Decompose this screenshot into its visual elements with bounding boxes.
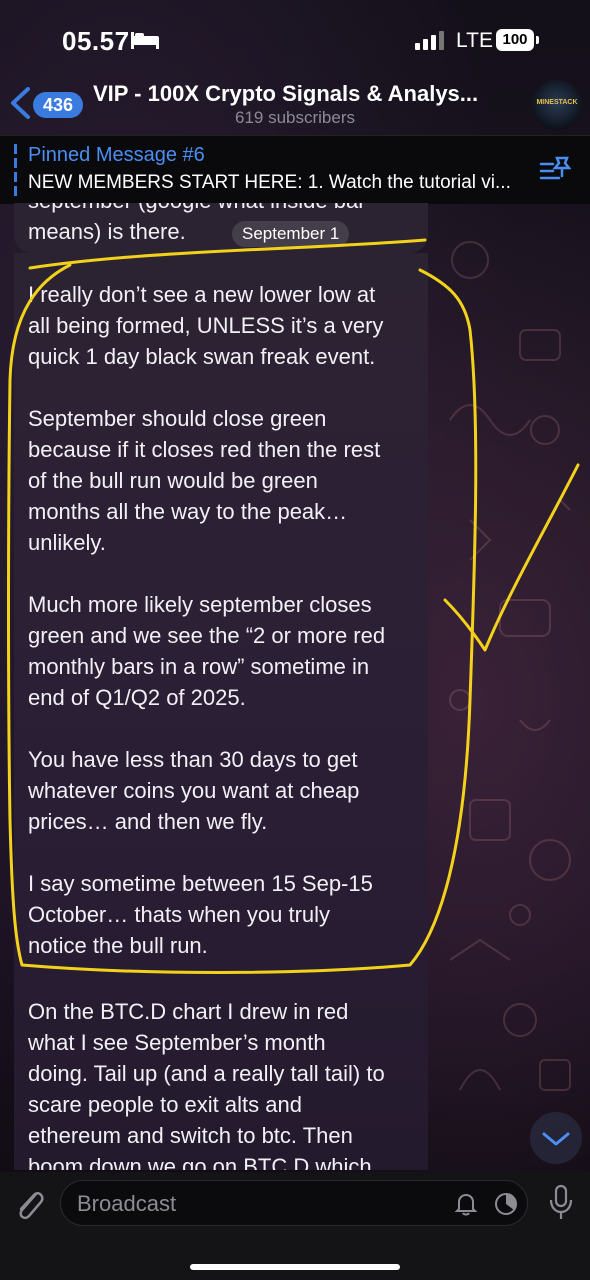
home-indicator [190, 1264, 400, 1270]
message-input-bar: Broadcast [0, 1172, 590, 1280]
scroll-to-bottom-button[interactable] [530, 1112, 582, 1164]
yellow-annotation-drawing [7, 238, 580, 974]
broadcast-input[interactable]: Broadcast [60, 1180, 528, 1226]
broadcast-placeholder: Broadcast [77, 1191, 177, 1216]
attachment-paperclip-icon[interactable] [12, 1184, 46, 1224]
microphone-icon[interactable] [548, 1184, 574, 1222]
notification-bell-icon[interactable] [453, 1191, 479, 1217]
chevron-down-icon [542, 1132, 570, 1146]
schedule-timer-icon[interactable] [493, 1191, 519, 1217]
